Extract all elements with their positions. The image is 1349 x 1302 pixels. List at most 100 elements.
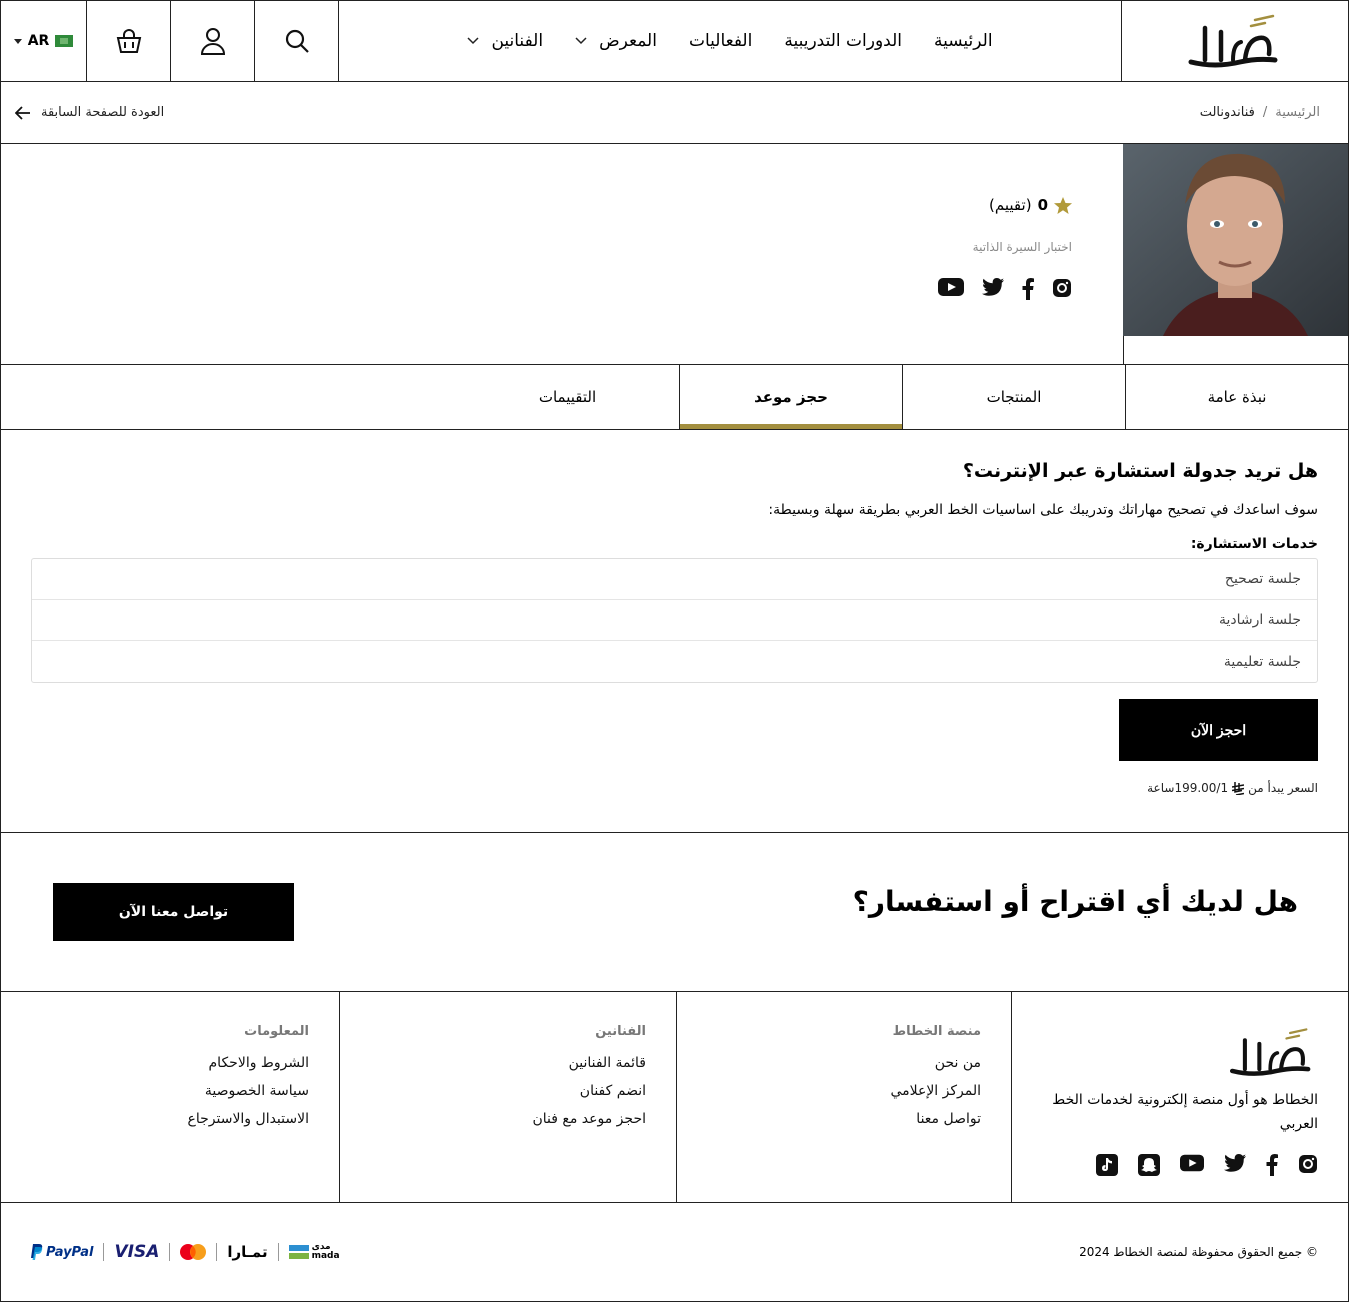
site-logo[interactable] — [1122, 1, 1348, 81]
artist-bio: اختبار السيرة الذاتية — [972, 240, 1072, 254]
youtube-icon[interactable] — [1180, 1154, 1204, 1176]
user-icon — [199, 26, 227, 56]
artist-info: 0 (تقييم) اختبار السيرة الذاتية — [672, 196, 1072, 300]
mastercard-logo — [180, 1244, 207, 1260]
footer-link[interactable]: الاستبدال والاسترجاع — [33, 1111, 309, 1127]
breadcrumb-home[interactable]: الرئيسية — [1275, 105, 1320, 120]
footer-col-title: الفنانين — [595, 1024, 646, 1039]
nav-courses[interactable]: الدورات التدريبية — [784, 31, 902, 51]
price-value: 199.00/1ساعة — [1147, 781, 1229, 795]
footer-link[interactable]: قائمة الفنانين — [370, 1055, 646, 1071]
back-link-label: العودة للصفحة السابقة — [41, 105, 165, 120]
contact-us-button[interactable]: تواصل معنا الآن — [53, 883, 294, 941]
contact-cta: هل لديك أي اقتراح أو استفسار؟ تواصل معنا… — [1, 833, 1348, 992]
breadcrumb-separator: / — [1262, 105, 1268, 120]
footer-col-title: المعلومات — [244, 1024, 309, 1039]
booking-description: سوف اساعدك في تصحيح مهاراتك وتدريبك على … — [768, 502, 1318, 518]
mada-logo: مدى mada — [288, 1243, 340, 1261]
footer-tagline: الخطاط هو أول منصة إلكترونية لخدمات الخط… — [1052, 1092, 1318, 1132]
breadcrumb-current: فناندونالت — [1199, 105, 1255, 120]
chevron-down-icon — [467, 37, 479, 45]
footer-link[interactable]: سياسة الخصوصية — [33, 1083, 309, 1099]
divider — [103, 1243, 105, 1261]
service-item[interactable]: جلسة ارشادية — [32, 600, 1317, 641]
booking-section: هل تريد جدولة استشارة عبر الإنترنت؟ سوف … — [1, 430, 1348, 833]
services-list: جلسة تصحيح جلسة ارشادية جلسة تعليمية — [31, 558, 1318, 683]
divider — [277, 1243, 279, 1261]
back-link[interactable]: العودة للصفحة السابقة — [15, 105, 164, 120]
divider — [169, 1243, 171, 1261]
nav-home[interactable]: الرئيسية — [934, 31, 993, 51]
footer-link[interactable]: انضم كفنان — [370, 1083, 646, 1099]
arrow-left-icon — [15, 105, 31, 120]
artist-profile: 0 (تقييم) اختبار السيرة الذاتية — [1, 144, 1348, 365]
instagram-icon[interactable] — [1298, 1154, 1318, 1176]
tab-reviews[interactable]: التقييمات — [456, 365, 679, 429]
language-switcher[interactable]: AR — [1, 1, 87, 81]
paypal-logo: PayPal — [31, 1244, 93, 1260]
facebook-icon[interactable] — [1266, 1154, 1278, 1176]
visa-logo: VISA — [114, 1242, 160, 1262]
artist-socials — [672, 278, 1072, 300]
divider — [216, 1243, 218, 1261]
search-icon — [284, 28, 310, 54]
account-button[interactable] — [171, 1, 255, 81]
footer-brand: الخطاط هو أول منصة إلكترونية لخدمات الخط… — [1011, 992, 1348, 1202]
chevron-down-icon — [13, 38, 22, 44]
nav-gallery[interactable]: المعرض — [575, 31, 657, 51]
booking-title: هل تريد جدولة استشارة عبر الإنترنت؟ — [962, 460, 1318, 482]
riyal-icon — [1232, 781, 1245, 795]
tab-products[interactable]: المنتجات — [902, 365, 1125, 429]
footer-link[interactable]: تواصل معنا — [707, 1111, 981, 1127]
copyright: © جميع الحقوق محفوظة لمنصة الخطاط 2024 — [1079, 1245, 1318, 1259]
chevron-down-icon — [575, 37, 587, 45]
breadcrumb: الرئيسية / فناندونالت — [1200, 105, 1320, 120]
star-icon — [1054, 196, 1072, 214]
footer-link[interactable]: المركز الإعلامي — [707, 1083, 981, 1099]
site-header: AR الرئيسية الدورات التدريبية الفعاليات … — [1, 1, 1348, 82]
language-label: AR — [27, 33, 50, 49]
artist-photo — [1123, 144, 1348, 365]
service-item[interactable]: جلسة تصحيح — [32, 559, 1317, 600]
twitter-icon[interactable] — [982, 278, 1004, 300]
snapchat-icon[interactable] — [1138, 1154, 1160, 1176]
rating-count: 0 — [1037, 196, 1048, 214]
footer-logo[interactable] — [1042, 1024, 1318, 1080]
services-title: خدمات الاستشارة: — [1190, 536, 1318, 552]
rating-label: (تقييم) — [989, 196, 1032, 214]
tab-overview[interactable]: نبذة عامة — [1125, 365, 1348, 429]
price-info: السعر يبدأ من 199.00/1ساعة — [31, 781, 1318, 795]
footer-link[interactable]: احجز موعد مع فنان — [370, 1111, 646, 1127]
site-footer: الخطاط هو أول منصة إلكترونية لخدمات الخط… — [1, 992, 1348, 1203]
page: AR الرئيسية الدورات التدريبية الفعاليات … — [0, 0, 1349, 1302]
cart-icon — [115, 27, 143, 55]
nav-artists[interactable]: الفنانين — [467, 31, 543, 51]
profile-tabs: نبذة عامة المنتجات حجز موعد التقييمات — [1, 365, 1348, 430]
twitter-icon[interactable] — [1224, 1154, 1246, 1176]
footer-col-platform: منصة الخطاط من نحن المركز الإعلامي تواصل… — [676, 992, 1011, 1202]
footer-link[interactable]: الشروط والاحكام — [33, 1055, 309, 1071]
footer-link[interactable]: من نحن — [707, 1055, 981, 1071]
rating: 0 (تقييم) — [672, 196, 1072, 214]
tab-booking[interactable]: حجز موعد — [679, 365, 902, 429]
instagram-icon[interactable] — [1052, 278, 1072, 300]
price-prefix: السعر يبدأ من — [1248, 781, 1318, 795]
book-now-button[interactable]: احجز الآن — [1119, 699, 1318, 761]
payment-methods: PayPal VISA تمـارا مدى mada — [31, 1242, 340, 1262]
nav-events[interactable]: الفعاليات — [689, 31, 752, 51]
tiktok-icon[interactable] — [1096, 1154, 1118, 1176]
youtube-icon[interactable] — [938, 278, 964, 300]
footer-col-artists: الفنانين قائمة الفنانين انضم كفنان احجز … — [339, 992, 676, 1202]
cart-button[interactable] — [87, 1, 171, 81]
tamara-logo: تمـارا — [227, 1243, 268, 1261]
cta-title: هل لديك أي اقتراح أو استفسار؟ — [852, 885, 1298, 918]
flag-icon — [55, 35, 74, 47]
logo-mark — [1230, 1028, 1311, 1076]
service-item[interactable]: جلسة تعليمية — [32, 641, 1317, 682]
search-button[interactable] — [255, 1, 339, 81]
breadcrumb-bar: الرئيسية / فناندونالت العودة للصفحة السا… — [1, 82, 1348, 144]
footer-socials — [1042, 1154, 1318, 1176]
facebook-icon[interactable] — [1022, 278, 1034, 300]
footer-col-title: منصة الخطاط — [892, 1024, 981, 1039]
footer-bottom: © جميع الحقوق محفوظة لمنصة الخطاط 2024 P… — [1, 1203, 1348, 1301]
